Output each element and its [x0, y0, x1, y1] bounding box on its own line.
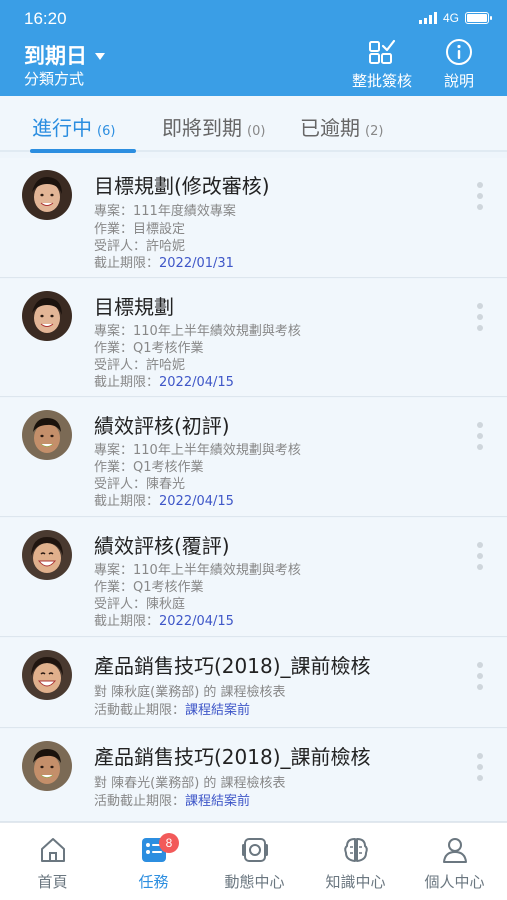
caret-down-icon — [95, 52, 105, 60]
status-bar: 16:20 4G — [0, 0, 507, 34]
tab-count: (2) — [365, 124, 384, 139]
task-item[interactable]: 產品銷售技巧(2018)_課前檢核 對 陳春光(業務部) 的 課程檢核表 活動截… — [0, 729, 507, 822]
task-item[interactable]: 目標規劃(修改審核) 專案：111年度績效專案 作業：目標設定 受評人：許哈妮 … — [0, 158, 507, 278]
brain-icon — [343, 838, 368, 862]
avatar — [22, 291, 72, 341]
tab-count: (0) — [247, 124, 266, 139]
battery-icon — [465, 12, 492, 24]
batch-sign-icon — [369, 39, 396, 64]
more-options-icon[interactable] — [477, 422, 483, 450]
tab-count: (6) — [97, 124, 116, 139]
signal-icon — [418, 12, 437, 24]
sort-subtitle: 分類方式 — [24, 70, 85, 88]
avatar — [22, 741, 72, 791]
task-description: 對 陳秋庭(業務部) 的 課程檢核表 — [94, 685, 286, 700]
more-options-icon[interactable] — [477, 303, 483, 331]
tab-label: 動態中心 — [224, 873, 285, 891]
avatar — [22, 650, 72, 700]
tab-label: 知識中心 — [325, 873, 386, 891]
task-item[interactable]: 績效評核(初評) 專案：110年上半年績效規劃與考核 作業：Q1考核作業 受評人… — [0, 398, 507, 517]
avatar — [22, 410, 72, 460]
tab-label: 進行中 — [32, 116, 92, 140]
task-title: 產品銷售技巧(2018)_課前檢核 — [94, 654, 371, 678]
filter-tabs: 進行中 (6) 即將到期 (0) 已逾期 (2) — [0, 96, 507, 152]
tab-label: 首頁 — [37, 873, 68, 891]
batch-sign-button[interactable]: 整批簽核 — [352, 38, 412, 91]
bottom-tab-bar: 首頁 8 任務 動態中心 知識中心 個人中心 — [0, 822, 507, 900]
info-icon — [446, 39, 472, 65]
tab-profile[interactable]: 個人中心 — [404, 835, 505, 892]
task-deadline: 截止期限：2022/04/15 — [94, 494, 234, 509]
tab-label: 任務 — [138, 873, 169, 891]
tab-label: 即將到期 — [162, 116, 242, 140]
task-item[interactable]: 績效評核(覆評) 專案：110年上半年績效規劃與考核 作業：Q1考核作業 受評人… — [0, 518, 507, 637]
task-deadline: 活動截止期限：課程結案前 — [94, 703, 251, 718]
task-item[interactable]: 產品銷售技巧(2018)_課前檢核 對 陳秋庭(業務部) 的 課程檢核表 活動截… — [0, 638, 507, 728]
tab-due-soon[interactable]: 即將到期 (0) — [162, 112, 265, 141]
more-options-icon[interactable] — [477, 662, 483, 690]
active-tab-indicator — [30, 149, 136, 153]
tab-label: 已逾期 — [300, 116, 360, 140]
home-icon — [40, 838, 65, 862]
task-title: 目標規劃 — [94, 295, 174, 319]
task-description: 對 陳春光(業務部) 的 課程檢核表 — [94, 776, 286, 791]
system-indicators: 4G — [418, 11, 492, 25]
task-project: 專案：111年度績效專案 — [94, 204, 236, 219]
task-title: 產品銷售技巧(2018)_課前檢核 — [94, 745, 371, 769]
tab-in-progress[interactable]: 進行中 (6) — [32, 112, 115, 141]
tab-label: 個人中心 — [424, 873, 485, 891]
task-deadline: 截止期限：2022/01/31 — [94, 256, 234, 271]
status-time: 16:20 — [24, 9, 67, 28]
tab-overdue[interactable]: 已逾期 (2) — [300, 112, 383, 141]
app-header: 16:20 4G 到期日 分類方式 整批簽核 說明 — [0, 0, 507, 96]
task-title: 目標規劃(修改審核) — [94, 174, 270, 198]
task-badge: 8 — [159, 833, 179, 853]
tab-tasks[interactable]: 8 任務 — [103, 833, 204, 892]
tab-activity[interactable]: 動態中心 — [204, 835, 305, 892]
task-deadline: 截止期限：2022/04/15 — [94, 375, 234, 390]
person-icon — [442, 838, 467, 863]
activity-icon — [241, 838, 268, 862]
task-deadline: 截止期限：2022/04/15 — [94, 614, 234, 629]
more-options-icon[interactable] — [477, 753, 483, 781]
task-deadline: 活動截止期限：課程結案前 — [94, 794, 251, 809]
avatar — [22, 530, 72, 580]
task-title: 績效評核(覆評) — [94, 534, 230, 558]
batch-sign-label: 整批簽核 — [352, 72, 413, 90]
tab-knowledge[interactable]: 知識中心 — [305, 835, 406, 892]
help-label: 說明 — [444, 72, 475, 90]
task-title: 績效評核(初評) — [94, 414, 230, 438]
more-options-icon[interactable] — [477, 542, 483, 570]
sort-title: 到期日 — [24, 44, 87, 68]
tab-home[interactable]: 首頁 — [2, 835, 103, 892]
task-item[interactable]: 目標規劃 專案：110年上半年績效規劃與考核 作業：Q1考核作業 受評人：許哈妮… — [0, 279, 507, 397]
more-options-icon[interactable] — [477, 182, 483, 210]
help-button[interactable]: 說明 — [444, 38, 474, 91]
avatar — [22, 170, 72, 220]
network-type: 4G — [442, 11, 459, 25]
sort-dropdown[interactable]: 到期日 — [24, 40, 105, 70]
